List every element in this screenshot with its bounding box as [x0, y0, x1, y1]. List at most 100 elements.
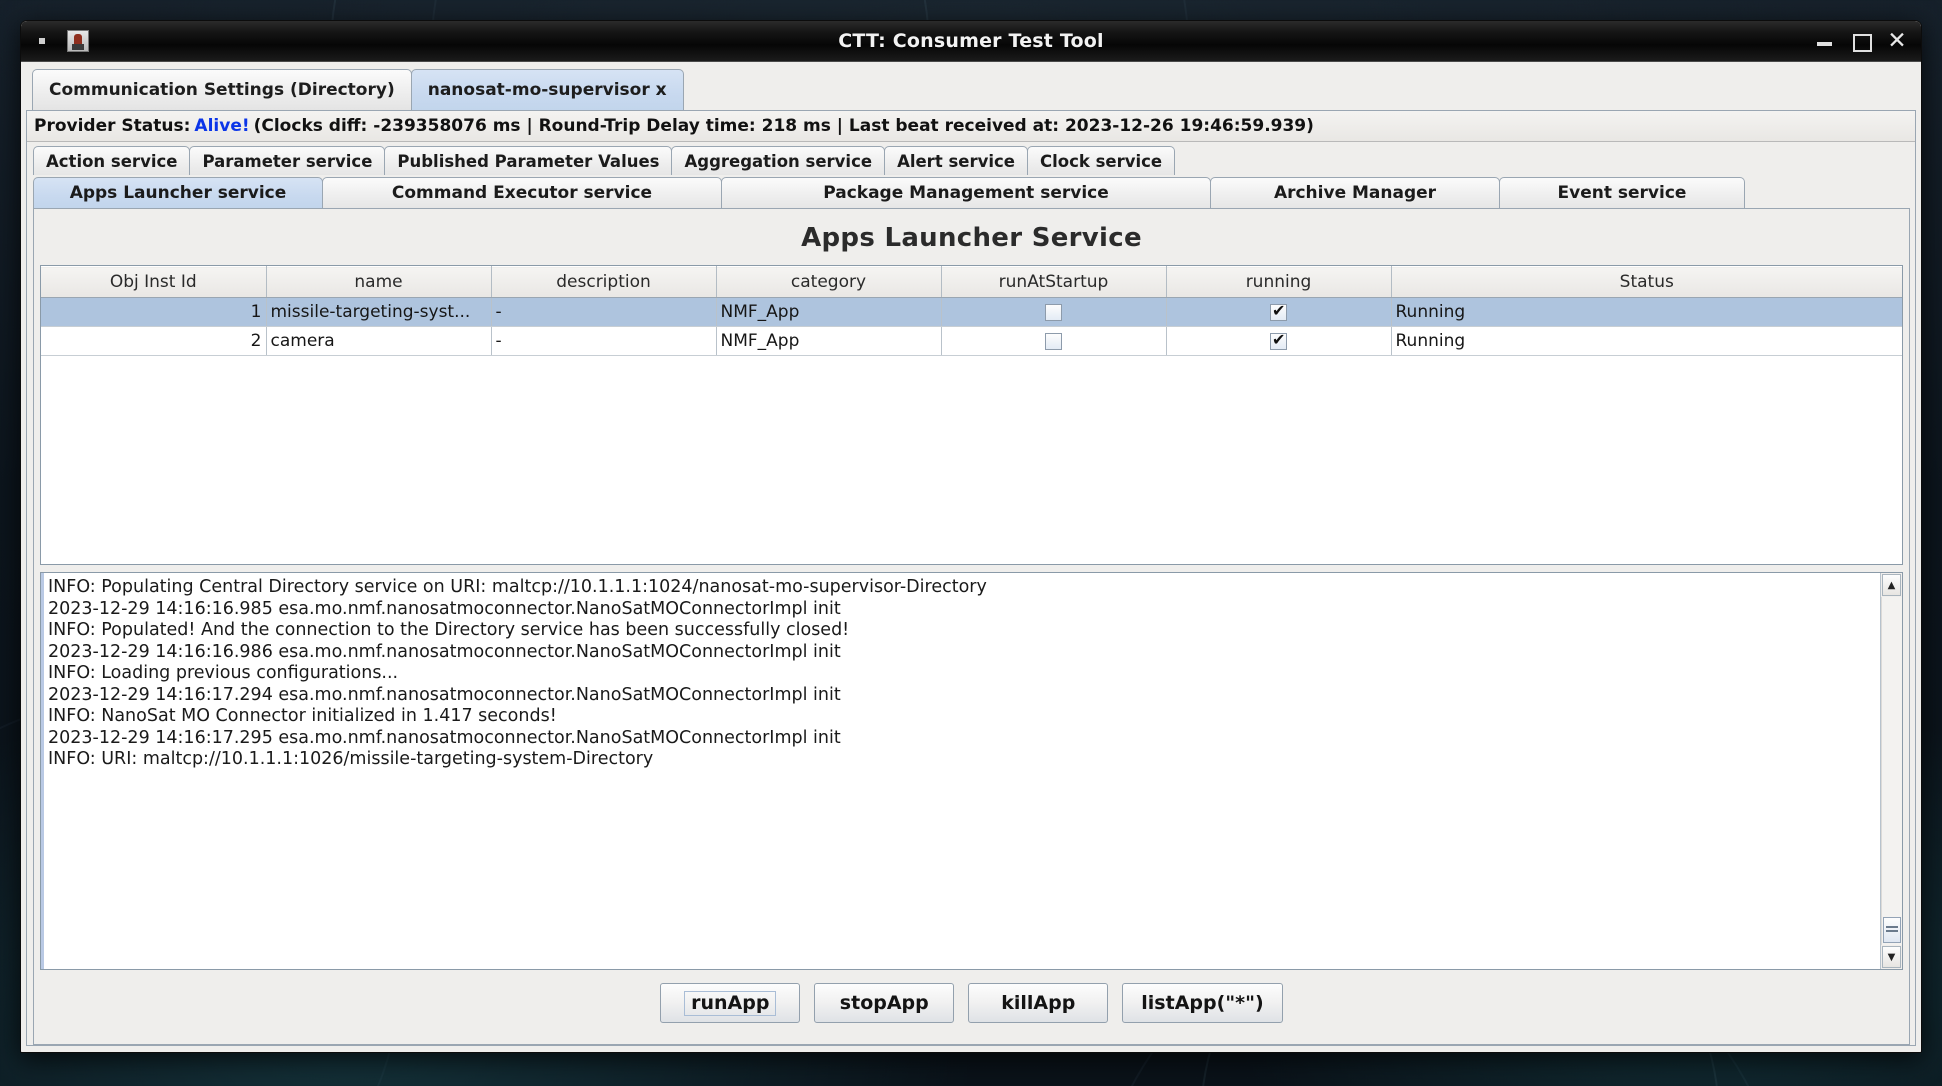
provider-status-bar: Provider Status: Alive! (Clocks diff: -2…: [27, 111, 1915, 142]
log-line: 2023-12-29 14:16:16.986 esa.mo.nmf.nanos…: [48, 641, 841, 662]
cell-name: missile-targeting-syst...: [266, 297, 492, 327]
tab-label: Action service: [46, 151, 178, 171]
tab-published-parameter-values[interactable]: Published Parameter Values: [384, 146, 673, 175]
service-tab-bar: Action service Parameter service Publish…: [27, 142, 1915, 208]
apps-launcher-panel: Apps Launcher Service Obj Inst Id name d…: [33, 208, 1910, 1045]
scroll-down-icon[interactable]: ▼: [1882, 946, 1901, 968]
tab-apps-launcher-service[interactable]: Apps Launcher service: [33, 177, 323, 208]
tab-label: Archive Manager: [1273, 183, 1437, 203]
tab-package-management-service[interactable]: Package Management service: [721, 177, 1211, 208]
provider-status-label: Provider Status:: [34, 116, 191, 136]
tab-label: Aggregation service: [684, 151, 873, 171]
tab-label: Published Parameter Values: [397, 151, 660, 171]
service-tab-row-2: Apps Launcher service Command Executor s…: [33, 175, 1915, 208]
minimize-icon[interactable]: [1815, 31, 1835, 51]
column-header-status[interactable]: Status: [1391, 266, 1902, 298]
table-row[interactable]: 2 camera - NMF_App Running: [41, 326, 1902, 356]
stop-app-label: stopApp: [839, 992, 929, 1014]
provider-status-details: (Clocks diff: -239358076 ms | Round-Trip…: [253, 116, 1314, 136]
tab-parameter-service[interactable]: Parameter service: [189, 146, 386, 175]
kill-app-label: killApp: [1001, 992, 1076, 1014]
scroll-up-icon[interactable]: ▲: [1882, 574, 1901, 596]
log-line: 2023-12-29 14:16:17.295 esa.mo.nmf.nanos…: [48, 727, 841, 748]
cell-description: -: [491, 297, 717, 327]
apps-table-container: Obj Inst Id name description category ru…: [40, 265, 1903, 565]
scrollbar-track[interactable]: [1881, 597, 1902, 945]
running-checkbox[interactable]: [1270, 330, 1287, 350]
cell-name: camera: [266, 326, 492, 356]
column-header-name[interactable]: name: [266, 266, 492, 298]
tab-clock-service[interactable]: Clock service: [1026, 146, 1176, 175]
run-app-label: runApp: [684, 990, 777, 1016]
table-header-row: Obj Inst Id name description category ru…: [41, 266, 1902, 298]
log-container: INFO: Populating Central Directory servi…: [40, 572, 1903, 970]
cell-description: -: [491, 326, 717, 356]
cell-status: Running: [1391, 326, 1902, 356]
service-tab-row-1: Action service Parameter service Publish…: [33, 144, 1915, 175]
run-app-button[interactable]: runApp: [660, 983, 801, 1023]
tab-label: nanosat-mo-supervisor x: [427, 80, 667, 100]
log-line: INFO: NanoSat MO Connector initialized i…: [48, 706, 557, 726]
stop-app-button[interactable]: stopApp: [814, 983, 955, 1023]
tab-aggregation-service[interactable]: Aggregation service: [671, 146, 886, 175]
column-header-running[interactable]: running: [1166, 266, 1392, 298]
tab-command-executor-service[interactable]: Command Executor service: [322, 177, 722, 208]
tab-action-service[interactable]: Action service: [33, 146, 191, 175]
provider-panel: Provider Status: Alive! (Clocks diff: -2…: [26, 110, 1916, 1046]
cell-obj-inst-id: 2: [41, 326, 267, 356]
column-header-category[interactable]: category: [716, 266, 942, 298]
scrollbar-thumb[interactable]: [1883, 917, 1901, 943]
page-title: Apps Launcher Service: [801, 223, 1142, 253]
column-header-run-at-startup[interactable]: runAtStartup: [941, 266, 1167, 298]
cell-obj-inst-id: 1: [41, 297, 267, 327]
column-header-description[interactable]: description: [491, 266, 717, 298]
tab-label: Parameter service: [202, 151, 373, 171]
log-text-area[interactable]: INFO: Populating Central Directory servi…: [41, 573, 1880, 969]
log-line: 2023-12-29 14:16:16.985 esa.mo.nmf.nanos…: [48, 598, 841, 619]
run-at-startup-checkbox[interactable]: [1045, 303, 1062, 321]
action-button-row: runApp stopApp killApp listApp("*"): [40, 970, 1903, 1036]
tab-label: Clock service: [1039, 151, 1163, 171]
cell-running: [1166, 326, 1392, 356]
log-line: 2023-12-29 14:16:17.294 esa.mo.nmf.nanos…: [48, 684, 841, 705]
application-window: CTT: Consumer Test Tool ✕ Communication …: [20, 20, 1922, 1053]
tab-nanosat-mo-supervisor[interactable]: nanosat-mo-supervisor x: [410, 69, 684, 110]
run-at-startup-checkbox[interactable]: [1045, 332, 1062, 350]
tab-label: Communication Settings (Directory): [49, 80, 395, 100]
maximize-icon[interactable]: [1851, 31, 1872, 52]
log-line: INFO: URI: maltcp://10.1.1.1:1026/missil…: [48, 749, 654, 769]
client-area: Communication Settings (Directory) nanos…: [21, 61, 1921, 1052]
list-app-button[interactable]: listApp("*"): [1122, 983, 1283, 1023]
tab-label: Event service: [1557, 183, 1687, 203]
connection-tab-bar: Communication Settings (Directory) nanos…: [26, 67, 1916, 110]
tab-alert-service[interactable]: Alert service: [884, 146, 1028, 175]
cell-category: NMF_App: [716, 326, 942, 356]
title-bar[interactable]: CTT: Consumer Test Tool ✕: [21, 21, 1921, 61]
cell-running: [1166, 297, 1392, 327]
tab-archive-manager[interactable]: Archive Manager: [1210, 177, 1500, 208]
window-menu-dot-icon[interactable]: [39, 38, 45, 44]
table-row[interactable]: 1 missile-targeting-syst... - NMF_App ✔ …: [41, 297, 1902, 327]
close-icon[interactable]: ✕: [1887, 30, 1907, 53]
apps-table: Obj Inst Id name description category ru…: [41, 266, 1902, 356]
column-header-obj-inst-id[interactable]: Obj Inst Id: [41, 266, 267, 298]
log-line: INFO: Populated! And the connection to t…: [48, 620, 850, 640]
window-controls: ✕: [1815, 30, 1907, 53]
table-empty-area: [41, 356, 1902, 564]
scrollbar-grip-icon: [1886, 926, 1898, 934]
log-line: INFO: Loading previous configurations...: [48, 663, 399, 683]
provider-status-badge: Alive!: [194, 116, 250, 136]
tab-label: Package Management service: [823, 183, 1109, 203]
tab-event-service[interactable]: Event service: [1499, 177, 1745, 208]
log-line: INFO: Populating Central Directory servi…: [48, 577, 987, 597]
kill-app-button[interactable]: killApp: [968, 983, 1109, 1023]
cell-category: NMF_App: [716, 297, 942, 327]
log-scrollbar[interactable]: ▲ ▼: [1880, 573, 1902, 969]
window-title: CTT: Consumer Test Tool: [838, 30, 1104, 52]
running-checkbox[interactable]: [1270, 301, 1287, 321]
tab-label: Apps Launcher service: [69, 183, 287, 203]
tab-communication-settings[interactable]: Communication Settings (Directory): [32, 69, 412, 110]
list-app-label: listApp("*"): [1141, 992, 1264, 1014]
tab-label: Command Executor service: [391, 183, 653, 203]
cell-run-at-startup: [941, 326, 1167, 356]
